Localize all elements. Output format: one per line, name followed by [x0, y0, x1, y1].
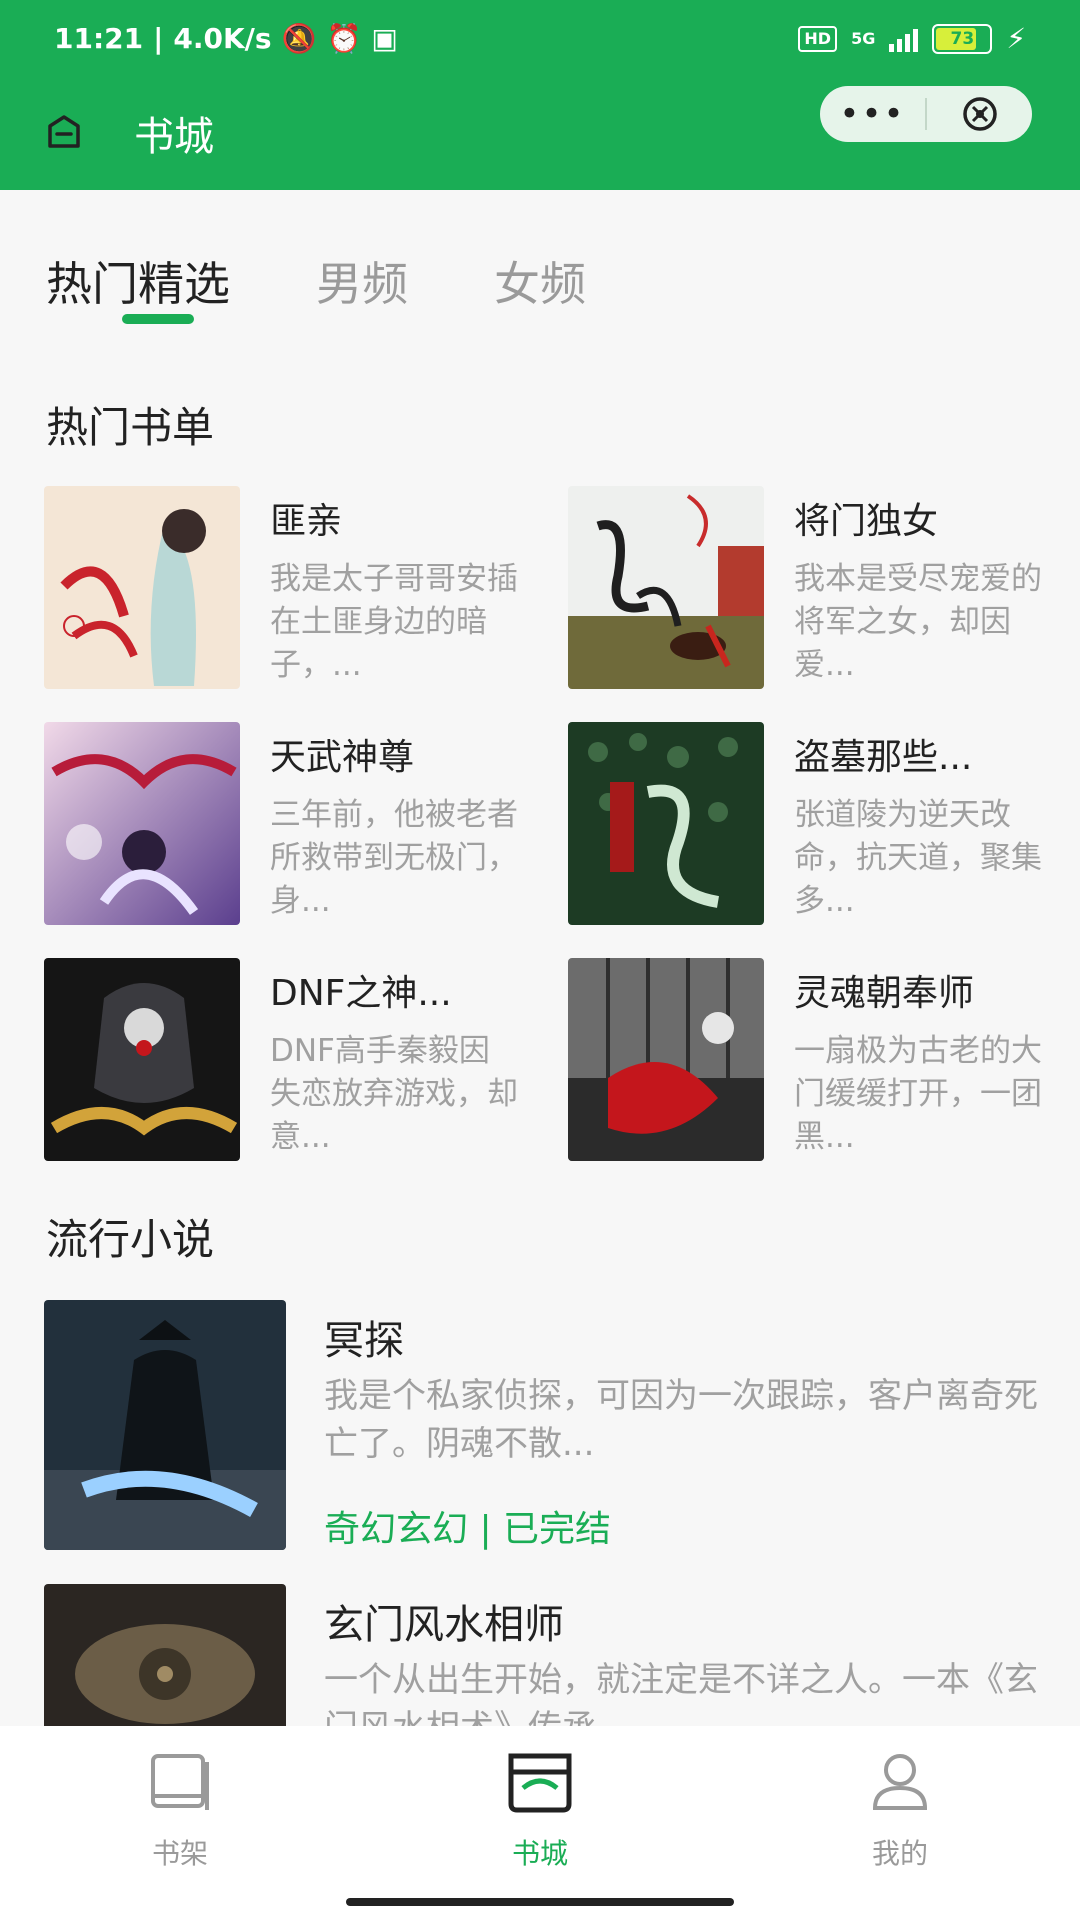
book-title: DNF之神... — [270, 973, 452, 1014]
book-desc: DNF高手秦毅因失恋放弃游戏，却意... — [270, 1033, 518, 1155]
more-options-button[interactable]: ••• — [820, 86, 925, 142]
novel-item[interactable]: 冥探 我是个私家侦探，可因为一次跟踪，客户离奇死亡了。阴魂不散... 奇幻玄幻 … — [44, 1300, 1044, 1550]
category-tabs: 热门精选 男频 女频 — [46, 248, 672, 324]
hd-badge: HD — [798, 25, 838, 52]
nav-profile[interactable]: 我的 — [800, 1750, 1000, 1872]
battery-icon: 73 — [932, 23, 993, 54]
novel-desc: 我是个私家侦探，可因为一次跟踪，客户离奇死亡了。阴魂不散... — [324, 1376, 1038, 1464]
nfc-icon: ▣ — [371, 22, 398, 55]
book-card[interactable]: 将门独女 我本是受尽宠爱的将军之女，却因爱... — [568, 486, 1068, 691]
signal-icon — [889, 26, 919, 52]
book-desc: 我本是受尽宠爱的将军之女，却因爱... — [794, 561, 1042, 683]
home-icon[interactable] — [44, 112, 84, 152]
alarm-icon: ⏰ — [326, 22, 362, 55]
mute-bell-icon: 🔕 — [281, 22, 317, 55]
tab-hot-picks[interactable]: 热门精选 — [46, 248, 230, 324]
book-card[interactable]: 灵魂朝奉师 一扇极为古老的大门缓缓打开，一团黑... — [568, 958, 1068, 1163]
novel-title: 冥探 — [324, 1318, 404, 1364]
book-cover — [568, 486, 764, 689]
popular-novels-title: 流行小说 — [46, 1215, 215, 1264]
book-cover — [44, 486, 240, 689]
app-header: 11:21 | 4.0K/s 🔕 ⏰ ▣ HD 5G 73 ⚡ 书城 ••• — [0, 0, 1080, 190]
book-title: 天武神尊 — [270, 737, 415, 778]
status-bar: 11:21 | 4.0K/s 🔕 ⏰ ▣ HD 5G 73 ⚡ — [54, 22, 1026, 55]
nav-bookstore[interactable]: 书城 — [440, 1750, 640, 1872]
charging-icon: ⚡ — [1006, 22, 1026, 55]
book-title: 灵魂朝奉师 — [794, 973, 975, 1014]
book-cover — [568, 722, 764, 925]
book-cover — [44, 958, 240, 1161]
page-title: 书城 — [134, 114, 214, 160]
book-title: 将门独女 — [794, 501, 939, 542]
tab-female[interactable]: 女频 — [494, 248, 586, 314]
mini-program-capsule: ••• — [820, 86, 1032, 142]
book-card[interactable]: DNF之神... DNF高手秦毅因失恋放弃游戏，却意... — [44, 958, 544, 1163]
nav-bookshelf[interactable]: 书架 — [80, 1750, 280, 1872]
book-desc: 张道陵为逆天改命，抗天道，聚集多... — [794, 797, 1042, 919]
nav-row: 书城 ••• — [0, 80, 1080, 180]
book-title: 盗墓那些... — [794, 737, 973, 778]
tab-male[interactable]: 男频 — [316, 248, 408, 314]
book-desc: 我是太子哥哥安插在土匪身边的暗子，... — [270, 561, 518, 683]
book-desc: 三年前，他被老者所救带到无极门，身... — [270, 797, 518, 919]
nav-label: 书架 — [151, 1837, 208, 1870]
book-card[interactable]: 匪亲 我是太子哥哥安插在土匪身边的暗子，... — [44, 486, 544, 691]
book-card[interactable]: 天武神尊 三年前，他被老者所救带到无极门，身... — [44, 722, 544, 927]
close-button[interactable] — [927, 94, 1032, 134]
close-icon — [962, 97, 997, 131]
book-cover — [568, 958, 764, 1161]
home-indicator[interactable] — [346, 1898, 734, 1906]
bookshelf-icon — [151, 1754, 209, 1810]
nav-label: 我的 — [871, 1837, 928, 1870]
novel-title: 玄门风水相师 — [324, 1602, 564, 1648]
hot-booklist-title: 热门书单 — [46, 403, 215, 452]
status-time: 11:21 — [54, 22, 144, 55]
book-cover — [44, 722, 240, 925]
store-icon — [508, 1753, 572, 1813]
book-cover — [44, 1300, 286, 1550]
novel-meta: 奇幻玄幻 | 已完结 — [324, 1509, 612, 1550]
user-icon — [872, 1754, 928, 1810]
book-desc: 一扇极为古老的大门缓缓打开，一团黑... — [794, 1033, 1042, 1155]
network-type: 5G — [851, 29, 876, 48]
book-title: 匪亲 — [270, 501, 343, 542]
nav-label: 书城 — [511, 1837, 568, 1870]
battery-level: 73 — [950, 28, 975, 49]
bottom-nav: 书架 书城 我的 — [0, 1726, 1080, 1920]
net-speed: 4.0K/s — [173, 22, 272, 55]
book-card[interactable]: 盗墓那些... 张道陵为逆天改命，抗天道，聚集多... — [568, 722, 1068, 927]
